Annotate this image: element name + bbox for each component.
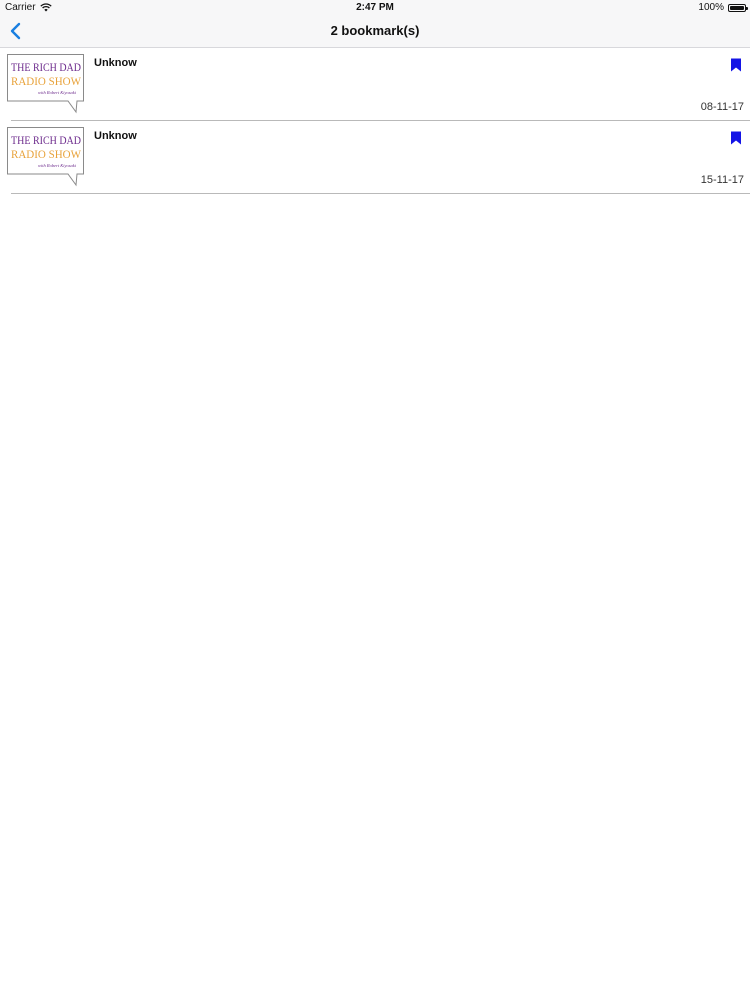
battery-icon — [728, 3, 748, 12]
battery-percent: 100% — [698, 2, 724, 13]
logo-line-2: RADIO SHOW — [11, 74, 82, 88]
list-item[interactable]: THE RICH DAD RADIO SHOW with Robert Kiyo… — [7, 121, 750, 194]
bookmark-title: Unknow — [94, 57, 137, 69]
bookmark-list: THE RICH DAD RADIO SHOW with Robert Kiyo… — [0, 48, 750, 194]
show-logo-image: THE RICH DAD RADIO SHOW with Robert Kiyo… — [7, 127, 84, 187]
battery-level — [730, 5, 744, 10]
logo-line-1: THE RICH DAD — [11, 60, 81, 74]
logo-line-3: with Robert Kiyosaki — [38, 90, 77, 95]
bookmark-button[interactable] — [730, 131, 742, 145]
bookmark-button[interactable] — [730, 58, 742, 72]
top-bar: Carrier 2:47 PM 100% 2 bookmark(s) — [0, 0, 750, 48]
status-time: 2:47 PM — [356, 2, 394, 13]
logo-line-2: RADIO SHOW — [11, 147, 82, 161]
bookmark-date: 15-11-17 — [700, 174, 744, 186]
bookmark-title: Unknow — [94, 130, 137, 142]
bookmark-date: 08-11-17 — [700, 101, 744, 113]
logo-line-3: with Robert Kiyosaki — [38, 163, 77, 168]
status-bar: Carrier 2:47 PM 100% — [0, 0, 750, 15]
navigation-bar: 2 bookmark(s) — [0, 15, 750, 47]
bookmark-icon — [731, 131, 741, 145]
logo-line-1: THE RICH DAD — [11, 133, 81, 147]
list-item[interactable]: THE RICH DAD RADIO SHOW with Robert Kiyo… — [7, 48, 750, 121]
page-title: 2 bookmark(s) — [330, 23, 420, 38]
bookmark-icon — [731, 58, 741, 72]
status-battery: 100% — [698, 0, 748, 15]
show-logo-image: THE RICH DAD RADIO SHOW with Robert Kiyo… — [7, 54, 84, 114]
